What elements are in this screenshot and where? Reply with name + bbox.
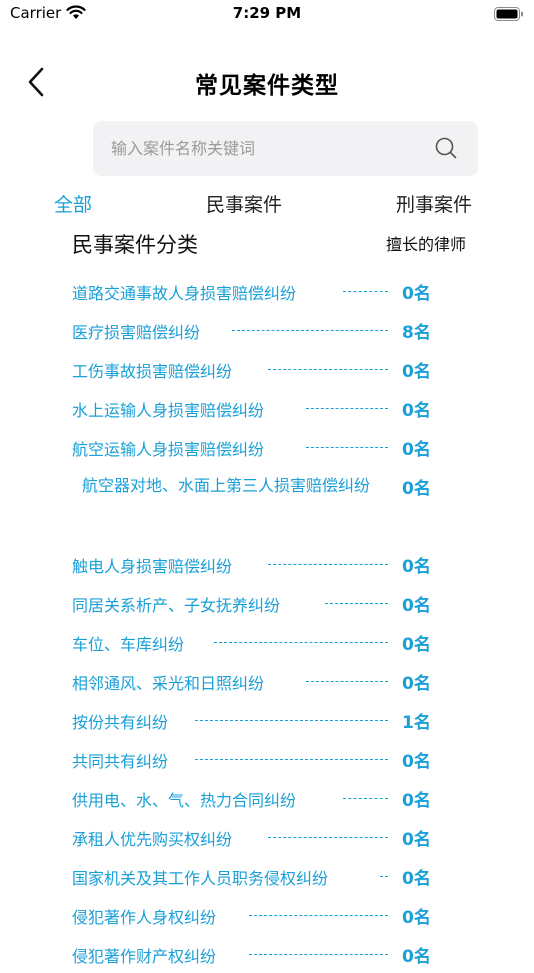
lawyer-count: 0名	[402, 947, 431, 967]
list-item[interactable]: 供用电、水、气、热力合同纠纷 0名	[0, 778, 534, 817]
tab-civil-cases[interactable]: 民事案件	[206, 190, 282, 217]
case-name: 道路交通事故人身损害赔偿纠纷	[72, 284, 297, 303]
lawyer-count: 0名	[402, 869, 431, 889]
dotted-leader	[195, 759, 388, 760]
list-item[interactable]: 承租人优先购买权纠纷 0名	[0, 817, 534, 856]
dotted-leader	[249, 915, 388, 916]
list-item[interactable]: 工伤事故损害赔偿纠纷 0名	[0, 349, 534, 388]
case-name: 侵犯著作人身权纠纷	[72, 908, 217, 927]
dotted-leader	[306, 681, 388, 682]
lawyer-count: 0名	[402, 791, 431, 811]
case-name: 共同共有纠纷	[72, 752, 169, 771]
list-item[interactable]: 相邻通风、采光和日照纠纷 0名	[0, 661, 534, 700]
lawyer-count: 1名	[402, 713, 431, 733]
dotted-leader	[343, 291, 388, 292]
status-time: 7:29 PM	[232, 4, 302, 22]
list-item[interactable]: 共同共有纠纷 0名	[0, 739, 534, 778]
section-column-label: 擅长的律师	[386, 235, 467, 254]
search-input[interactable]	[111, 121, 411, 176]
list-item[interactable]: 触电人身损害赔偿纠纷 0名	[0, 544, 534, 583]
case-name: 触电人身损害赔偿纠纷	[72, 557, 233, 576]
search-box[interactable]	[93, 121, 478, 176]
lawyer-count: 0名	[402, 830, 431, 850]
dotted-leader	[268, 564, 388, 565]
lawyer-count: 0名	[402, 908, 431, 928]
case-name: 侵犯著作财产权纠纷	[72, 947, 217, 966]
dotted-leader	[268, 837, 388, 838]
tab-criminal-cases[interactable]: 刑事案件	[396, 190, 472, 217]
lawyer-count: 8名	[402, 323, 431, 343]
lawyer-count: 0名	[402, 752, 431, 772]
lawyer-count: 0名	[402, 674, 431, 694]
tab-all[interactable]: 全部	[54, 190, 92, 217]
dotted-leader	[325, 603, 388, 604]
lawyer-count: 0名	[402, 635, 431, 655]
case-name: 国家机关及其工作人员职务侵权纠纷	[72, 869, 329, 888]
lawyer-count: 0名	[402, 362, 431, 382]
dotted-leader	[195, 720, 388, 721]
dotted-leader	[268, 369, 388, 370]
list-item[interactable]: 航空运输人身损害赔偿纠纷 0名	[0, 427, 534, 466]
dotted-leader	[306, 447, 388, 448]
case-name: 按份共有纠纷	[72, 713, 169, 732]
case-type-list: 道路交通事故人身损害赔偿纠纷 0名 医疗损害赔偿纠纷 8名 工伤事故损害赔偿纠纷…	[0, 271, 534, 973]
lawyer-count: 0名	[402, 557, 431, 577]
case-name: 航空运输人身损害赔偿纠纷	[72, 440, 265, 459]
list-item[interactable]: 按份共有纠纷 1名	[0, 700, 534, 739]
list-item[interactable]: 车位、车库纠纷 0名	[0, 622, 534, 661]
dotted-leader	[343, 798, 388, 799]
lawyer-count: 0名	[402, 401, 431, 421]
list-item[interactable]: 同居关系析产、子女抚养纠纷 0名	[0, 583, 534, 622]
page-title: 常见案件类型	[195, 73, 339, 99]
dotted-leader	[232, 330, 388, 331]
list-item[interactable]: 道路交通事故人身损害赔偿纠纷 0名	[0, 271, 534, 310]
case-name: 承租人优先购买权纠纷	[72, 830, 233, 849]
lawyer-count: 0名	[402, 284, 431, 304]
search-icon[interactable]	[434, 136, 458, 164]
case-name: 相邻通风、采光和日照纠纷	[72, 674, 265, 693]
case-name: 水上运输人身损害赔偿纠纷	[72, 401, 265, 420]
dotted-leader	[306, 408, 388, 409]
lawyer-count: 0名	[402, 440, 431, 460]
case-name: 医疗损害赔偿纠纷	[72, 323, 201, 342]
list-item[interactable]: 水上运输人身损害赔偿纠纷 0名	[0, 388, 534, 427]
list-item[interactable]: 侵犯著作人身权纠纷 0名	[0, 895, 534, 934]
case-name: 工伤事故损害赔偿纠纷	[72, 362, 233, 381]
list-item[interactable]: 侵犯著作财产权纠纷 0名	[0, 934, 534, 973]
status-bar: Carrier 7:29 PM	[0, 0, 534, 30]
case-name: 车位、车库纠纷	[72, 635, 185, 654]
case-name: 供用电、水、气、热力合同纠纷	[72, 791, 297, 810]
case-name: 同居关系析产、子女抚养纠纷	[72, 596, 281, 615]
section-title: 民事案件分类	[72, 233, 198, 257]
dotted-leader	[380, 876, 388, 877]
battery-icon	[494, 6, 524, 25]
lawyer-count: 0名	[402, 596, 431, 616]
dotted-leader	[249, 954, 388, 955]
list-item[interactable]: 医疗损害赔偿纠纷 8名	[0, 310, 534, 349]
lawyer-count: 0名	[402, 479, 431, 499]
list-item[interactable]: 航空器对地、水面上第三人损害赔偿纠纷 0名	[0, 466, 534, 544]
case-name: 航空器对地、水面上第三人损害赔偿纠纷	[81, 476, 370, 495]
list-item[interactable]: 国家机关及其工作人员职务侵权纠纷 0名	[0, 856, 534, 895]
dotted-leader	[214, 642, 388, 643]
